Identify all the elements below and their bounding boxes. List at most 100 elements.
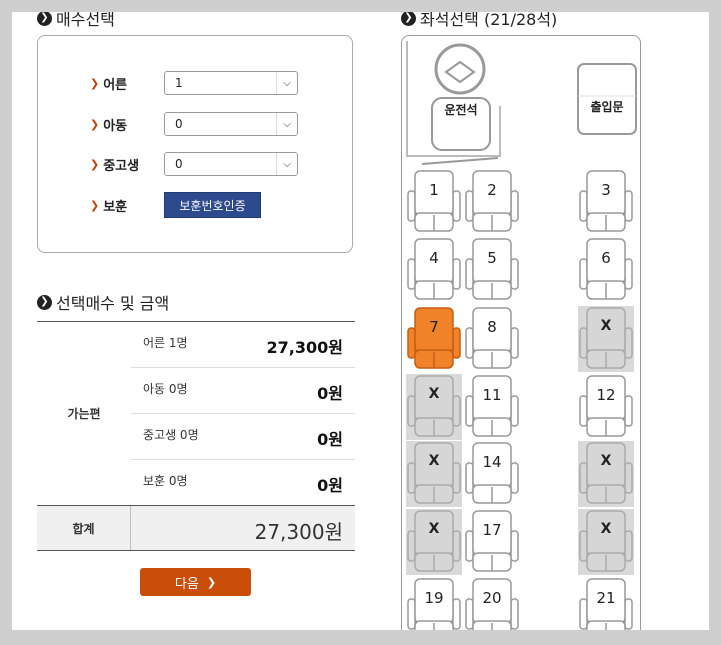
seat-label: 3 <box>601 181 611 199</box>
seat[interactable]: 20 <box>464 577 520 630</box>
fare-row: 어른 1명 27,300원 <box>131 322 355 368</box>
next-button-label: 다음 <box>174 576 199 592</box>
ticket-count-box: ❯ 어른 1 ⌵ ❯ 아동 0 ⌵ ❯ 중고생 0 ⌵ ❯ 보훈 보훈번호인증 <box>37 35 353 253</box>
seat-label: 5 <box>487 249 497 267</box>
adult-label: ❯ 어른 <box>90 74 127 93</box>
seat[interactable]: 6 <box>578 237 634 303</box>
child-count-select[interactable]: 0 ⌵ <box>164 112 298 136</box>
seat-icon <box>465 510 519 572</box>
seat-label: 20 <box>482 589 502 607</box>
chevron-right-icon: ❯ <box>90 118 100 131</box>
veteran-label: ❯ 보훈 <box>90 196 127 215</box>
seat-label: 8 <box>487 318 497 336</box>
fare-row-amount: 0원 <box>317 384 343 403</box>
chevron-right-icon: ❯ <box>37 294 52 310</box>
summary-section-title: 선택매수 및 금액 <box>56 294 170 313</box>
total-label: 합계 <box>37 506 131 550</box>
seat-label: 12 <box>596 386 616 404</box>
seat: X <box>578 509 634 575</box>
seat-label: 2 <box>487 181 497 199</box>
seat[interactable]: 7 <box>406 306 462 372</box>
seat[interactable]: 17 <box>464 509 520 575</box>
seat: X <box>578 441 634 507</box>
seat-label: 1 <box>429 181 439 199</box>
summary-section-heading: ❯ 선택매수 및 금액 <box>37 290 169 314</box>
veteran-label-text: 보훈 <box>103 200 128 215</box>
seat-icon <box>465 238 519 300</box>
chevron-down-icon[interactable]: ⌵ <box>276 153 297 175</box>
seat-icon <box>579 375 633 437</box>
total-amount: 27,300원 <box>254 520 343 544</box>
chevron-right-icon: ❯ <box>90 158 100 171</box>
seat-label: 21 <box>596 589 616 607</box>
seat-icon <box>406 441 462 507</box>
seat-icon <box>406 509 462 575</box>
seat-icon <box>465 442 519 504</box>
seat[interactable]: 19 <box>406 577 462 630</box>
fare-summary-table: 가는편 어른 1명 27,300원 아동 0명 0원 중고생 0명 0원 보훈 … <box>37 321 355 551</box>
student-count-select[interactable]: 0 ⌵ <box>164 152 298 176</box>
seat-label: 19 <box>424 589 444 607</box>
student-label-text: 중고생 <box>103 159 140 174</box>
seat-label: 6 <box>601 249 611 267</box>
seat-icon <box>465 170 519 232</box>
seat[interactable]: 21 <box>578 577 634 630</box>
chevron-right-icon: ❯ <box>90 77 100 90</box>
adult-label-text: 어른 <box>103 78 128 93</box>
adult-count-select[interactable]: 1 ⌵ <box>164 71 298 95</box>
child-label-text: 아동 <box>103 119 128 134</box>
student-count-value: 0 <box>175 157 183 171</box>
seat-icon <box>407 238 461 300</box>
seat[interactable]: 5 <box>464 237 520 303</box>
seat-icon <box>406 374 462 440</box>
seat[interactable]: 14 <box>464 441 520 507</box>
seat-label: X <box>428 386 440 402</box>
fare-row: 아동 0명 0원 <box>131 368 355 414</box>
seat-icon <box>465 375 519 437</box>
seat-label: X <box>600 521 612 537</box>
fare-row-amount: 27,300원 <box>266 338 343 357</box>
seat[interactable]: 1 <box>406 169 462 235</box>
fare-row-amount: 0원 <box>317 430 343 449</box>
seat[interactable]: 12 <box>578 374 634 440</box>
steering-wheel-icon <box>434 43 486 95</box>
seat-section-heading: ❯ 좌석선택 (21/28석) <box>401 12 557 30</box>
seat-icon <box>578 306 634 372</box>
chevron-down-icon[interactable]: ⌵ <box>276 72 297 94</box>
booking-panel: ❯ 매수선택 ❯ 어른 1 ⌵ ❯ 아동 0 ⌵ ❯ 중고생 0 ⌵ ❯ 보훈 … <box>12 12 709 630</box>
adult-count-value: 1 <box>175 76 183 90</box>
seat[interactable]: 8 <box>464 306 520 372</box>
seat-icon <box>578 441 634 507</box>
seat-label: 7 <box>429 318 439 336</box>
seat-label: 14 <box>482 453 502 471</box>
chevron-down-icon[interactable]: ⌵ <box>276 113 297 135</box>
driver-label: 운전석 <box>444 103 478 117</box>
seat-icon <box>579 238 633 300</box>
ticket-section-title: 매수선택 <box>56 12 115 29</box>
seat-label: 11 <box>482 386 502 404</box>
seat-icon <box>578 509 634 575</box>
child-count-value: 0 <box>175 117 183 131</box>
seat[interactable]: 11 <box>464 374 520 440</box>
next-button[interactable]: 다음 ❯ <box>140 568 251 596</box>
total-row: 합계 27,300원 <box>37 505 355 551</box>
chevron-right-icon: ❯ <box>90 199 100 212</box>
seat[interactable]: 2 <box>464 169 520 235</box>
seat-icon <box>407 170 461 232</box>
seat[interactable]: 4 <box>406 237 462 303</box>
door-label: 출입문 <box>590 100 624 114</box>
veteran-verify-button[interactable]: 보훈번호인증 <box>164 192 261 218</box>
fare-row: 보훈 0명 0원 <box>131 460 355 505</box>
seat[interactable]: 3 <box>578 169 634 235</box>
seat-label: X <box>428 453 440 469</box>
chevron-right-icon: ❯ <box>206 575 217 589</box>
seat-icon <box>579 170 633 232</box>
fare-row-label: 중고생 0명 <box>143 428 199 442</box>
fare-row: 중고생 0명 0원 <box>131 414 355 460</box>
child-label: ❯ 아동 <box>90 115 127 134</box>
fare-row-amount: 0원 <box>317 476 343 495</box>
seat: X <box>406 374 462 440</box>
seat-label: X <box>600 318 612 334</box>
fare-row-label: 아동 0명 <box>143 382 188 396</box>
student-label: ❯ 중고생 <box>90 155 139 174</box>
